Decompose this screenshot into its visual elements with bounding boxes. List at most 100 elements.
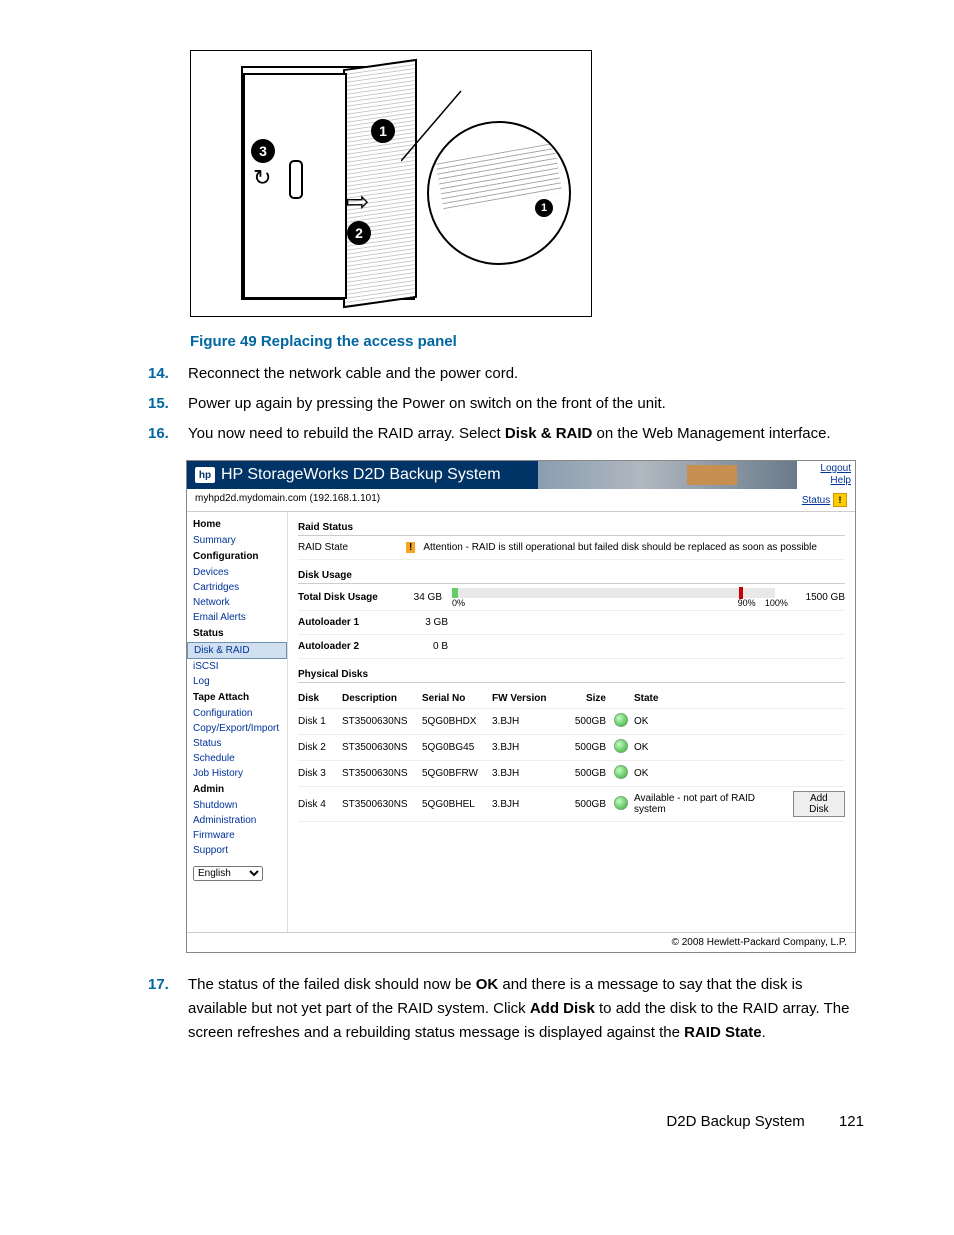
usage-bar-labels: 0% 90% 100% (452, 598, 775, 608)
step-text-pre: You now need to rebuild the RAID array. … (188, 425, 505, 442)
sidebar-head-admin: Admin (187, 781, 287, 798)
app-header: hp HP StorageWorks D2D Backup System Log… (187, 461, 855, 489)
sidebar: Home Summary Configuration Devices Cartr… (187, 512, 288, 932)
step-17: 17. The status of the failed disk should… (148, 973, 864, 1045)
sidebar-head-status: Status (187, 625, 287, 642)
sidebar-item-ta-schedule[interactable]: Schedule (187, 751, 287, 766)
callout-2: 2 (347, 221, 371, 245)
sidebar-item-network[interactable]: Network (187, 595, 287, 610)
page-number: 121 (839, 1113, 864, 1130)
cell-fw: 3.BJH (492, 799, 556, 810)
autoloader-1-value: 3 GB (398, 617, 448, 628)
sidebar-head-tape-attach: Tape Attach (187, 689, 287, 706)
usage-bar-fill (452, 588, 458, 598)
header-links: Logout Help (797, 461, 855, 489)
raid-state-label: RAID State (298, 542, 398, 553)
total-usage-row: Total Disk Usage 34 GB 0% 90% 100% (298, 584, 845, 611)
copyright-text: © 2008 Hewlett-Packard Company, L.P. (672, 937, 847, 948)
step-14: 14. Reconnect the network cable and the … (148, 362, 864, 386)
col-fw-version: FW Version (492, 693, 556, 704)
table-row: Disk 4 ST3500630NS 5QG0BHEL 3.BJH 500GB … (298, 787, 845, 822)
mark-100-label: 100% (765, 598, 788, 608)
web-management-screenshot: hp HP StorageWorks D2D Backup System Log… (186, 460, 856, 953)
disk-table-header: Disk Description Serial No FW Version Si… (298, 689, 845, 709)
instruction-steps: 14. Reconnect the network cable and the … (148, 362, 864, 446)
autoloader-2-label: Autoloader 2 (298, 641, 398, 652)
step17-p1: The status of the failed disk should now… (188, 976, 476, 993)
content-pane: Raid Status RAID State ! Attention - RAI… (288, 512, 855, 932)
cell-serial: 5QG0BG45 (422, 742, 492, 753)
rotate-icon: ↻ (253, 165, 271, 191)
sidebar-item-ta-config[interactable]: Configuration (187, 706, 287, 721)
step-text: Reconnect the network cable and the powe… (188, 365, 518, 382)
sidebar-item-email-alerts[interactable]: Email Alerts (187, 610, 287, 625)
door-handle (289, 160, 303, 199)
sidebar-item-log[interactable]: Log (187, 674, 287, 689)
section-disk-usage: Disk Usage (298, 566, 845, 584)
host-address: myhpd2d.mydomain.com (192.168.1.101) (195, 493, 380, 507)
cell-state: OK (634, 768, 845, 779)
col-size: Size (556, 693, 614, 704)
sidebar-item-ta-status[interactable]: Status (187, 736, 287, 751)
cell-size: 500GB (556, 716, 614, 727)
status-link[interactable]: Status (802, 495, 830, 506)
step-number: 17. (148, 973, 169, 997)
leader-line (401, 86, 471, 166)
step-15: 15. Power up again by pressing the Power… (148, 392, 864, 416)
table-row: Disk 3 ST3500630NS 5QG0BFRW 3.BJH 500GB … (298, 761, 845, 787)
autoloader-1-row: Autoloader 1 3 GB (298, 611, 845, 635)
sidebar-item-shutdown[interactable]: Shutdown (187, 798, 287, 813)
cell-desc: ST3500630NS (342, 716, 422, 727)
usage-bar: 0% 90% 100% (452, 588, 775, 606)
raid-state-row: RAID State ! Attention - RAID is still o… (298, 536, 845, 560)
cell-fw: 3.BJH (492, 716, 556, 727)
col-description: Description (342, 693, 422, 704)
sidebar-item-iscsi[interactable]: iSCSI (187, 659, 287, 674)
cell-disk: Disk 3 (298, 768, 342, 779)
sidebar-item-cartridges[interactable]: Cartridges (187, 580, 287, 595)
col-state: State (634, 693, 845, 704)
col-disk: Disk (298, 693, 342, 704)
usage-bar-bg (452, 588, 775, 598)
cell-size: 500GB (556, 768, 614, 779)
logout-link[interactable]: Logout (801, 463, 851, 475)
callout-3: 3 (251, 139, 275, 163)
state-text: Available - not part of RAID system (634, 793, 783, 815)
hp-logo-icon: hp (195, 467, 215, 483)
step-number: 16. (148, 422, 169, 446)
cell-fw: 3.BJH (492, 742, 556, 753)
cell-fw: 3.BJH (492, 768, 556, 779)
help-link[interactable]: Help (801, 475, 851, 487)
table-row: Disk 1 ST3500630NS 5QG0BHDX 3.BJH 500GB … (298, 709, 845, 735)
sidebar-item-devices[interactable]: Devices (187, 565, 287, 580)
sidebar-item-disk-raid[interactable]: Disk & RAID (187, 642, 287, 659)
app-subheader: myhpd2d.mydomain.com (192.168.1.101) Sta… (187, 489, 855, 512)
sidebar-item-support[interactable]: Support (187, 843, 287, 858)
status-led-icon (614, 739, 634, 756)
step17-b2: Add Disk (530, 1000, 595, 1017)
warning-icon: ! (406, 542, 415, 553)
total-usage-label: Total Disk Usage (298, 592, 398, 603)
usage-percent: 0% (452, 598, 465, 608)
sidebar-head-home: Home (187, 516, 287, 533)
disk-table: Disk Description Serial No FW Version Si… (298, 689, 845, 822)
cell-state: OK (634, 716, 845, 727)
language-select[interactable]: English (193, 866, 263, 881)
cell-size: 500GB (556, 799, 614, 810)
status-led-icon (614, 796, 634, 813)
status-led-icon (614, 713, 634, 730)
cell-size: 500GB (556, 742, 614, 753)
section-physical-disks: Physical Disks (298, 665, 845, 683)
sidebar-head-configuration: Configuration (187, 548, 287, 565)
sidebar-item-ta-jobhistory[interactable]: Job History (187, 766, 287, 781)
add-disk-button[interactable]: Add Disk (793, 791, 845, 817)
cell-serial: 5QG0BHDX (422, 716, 492, 727)
sidebar-item-summary[interactable]: Summary (187, 533, 287, 548)
cell-state: OK (634, 742, 845, 753)
status-indicator[interactable]: Status ! (802, 493, 847, 507)
sidebar-item-firmware[interactable]: Firmware (187, 828, 287, 843)
table-row: Disk 2 ST3500630NS 5QG0BG45 3.BJH 500GB … (298, 735, 845, 761)
sidebar-item-ta-copy[interactable]: Copy/Export/Import (187, 721, 287, 736)
sidebar-item-administration[interactable]: Administration (187, 813, 287, 828)
section-raid-status: Raid Status (298, 518, 845, 536)
